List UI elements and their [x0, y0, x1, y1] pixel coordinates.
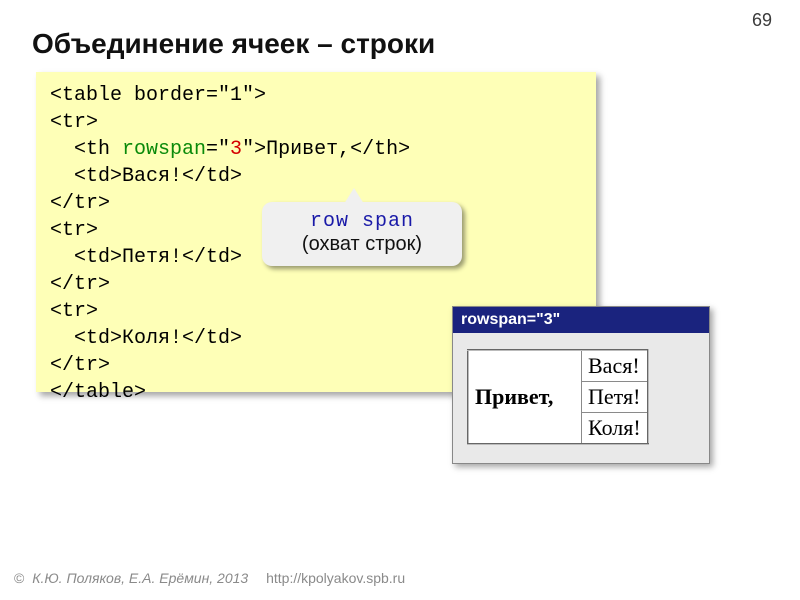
preview-titlebar: rowspan="3" — [453, 307, 709, 333]
preview-th: Привет, — [468, 350, 582, 444]
preview-cell: Петя! — [582, 382, 648, 413]
preview-cell: Коля! — [582, 413, 648, 445]
slide-title: Объединение ячеек – строки — [32, 28, 435, 60]
callout-tail — [344, 188, 364, 204]
preview-body: Привет, Вася! Петя! Коля! — [453, 333, 709, 463]
callout-bubble: row span (охват строк) — [262, 202, 462, 266]
callout-keyword: row span — [272, 210, 452, 233]
slide-page: 69 Объединение ячеек – строки <table bor… — [0, 0, 800, 600]
footer-authors: К.Ю. Поляков, Е.А. Ерёмин, 2013 — [32, 570, 248, 586]
footer: © К.Ю. Поляков, Е.А. Ерёмин, 2013 http:/… — [14, 570, 405, 586]
table-row: Привет, Вася! — [468, 350, 648, 382]
footer-link: http://kpolyakov.spb.ru — [266, 570, 405, 586]
copyright-symbol: © — [14, 570, 24, 586]
preview-cell: Вася! — [582, 350, 648, 382]
page-number: 69 — [752, 10, 772, 31]
preview-table: Привет, Вася! Петя! Коля! — [467, 349, 649, 445]
preview-window: rowspan="3" Привет, Вася! Петя! Коля! — [452, 306, 710, 464]
callout-translation: (охват строк) — [272, 233, 452, 256]
